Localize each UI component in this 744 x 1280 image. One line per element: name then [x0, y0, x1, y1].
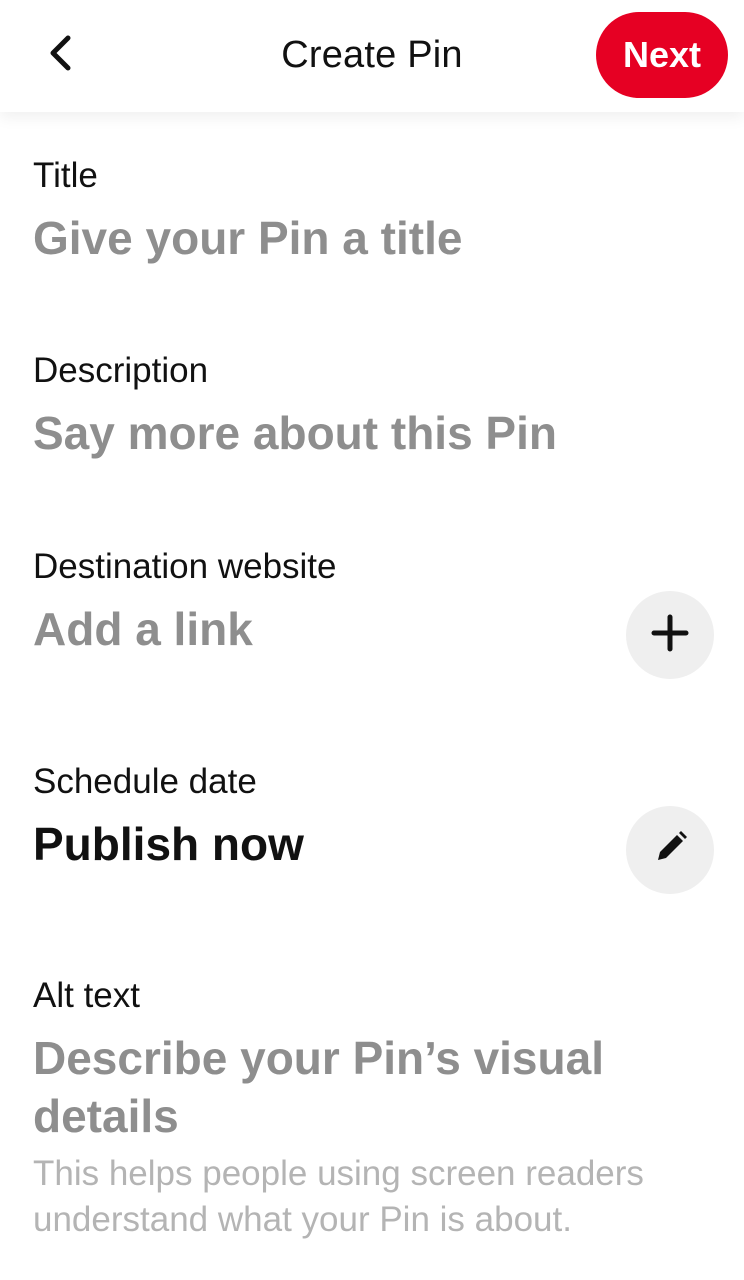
title-label: Title [33, 156, 98, 195]
alt-text-label: Alt text [33, 976, 140, 1015]
alt-text-helper: This helps people using screen readers u… [33, 1154, 644, 1239]
destination-input[interactable]: Add a link [33, 600, 594, 658]
pencil-icon [650, 828, 690, 873]
plus-icon [650, 613, 690, 658]
schedule-value: Publish now [33, 818, 304, 870]
title-field[interactable]: Title Give your Pin a title [33, 155, 714, 267]
top-bar: Create Pin Next [0, 0, 744, 112]
alt-text-field[interactable]: Alt text Describe your Pin’s visual deta… [33, 975, 714, 1243]
alt-text-input[interactable]: Describe your Pin’s visual details [33, 1029, 673, 1145]
schedule-label: Schedule date [33, 762, 257, 801]
schedule-field: Schedule date Publish now [33, 761, 594, 873]
description-label: Description [33, 351, 209, 390]
destination-field[interactable]: Destination website Add a link [33, 546, 594, 658]
destination-label: Destination website [33, 547, 337, 586]
add-link-button[interactable] [626, 591, 714, 679]
edit-schedule-button[interactable] [626, 806, 714, 894]
next-button[interactable]: Next [596, 12, 728, 98]
description-field[interactable]: Description Say more about this Pin [33, 350, 714, 462]
title-input[interactable]: Give your Pin a title [33, 209, 714, 267]
description-input[interactable]: Say more about this Pin [33, 404, 714, 462]
